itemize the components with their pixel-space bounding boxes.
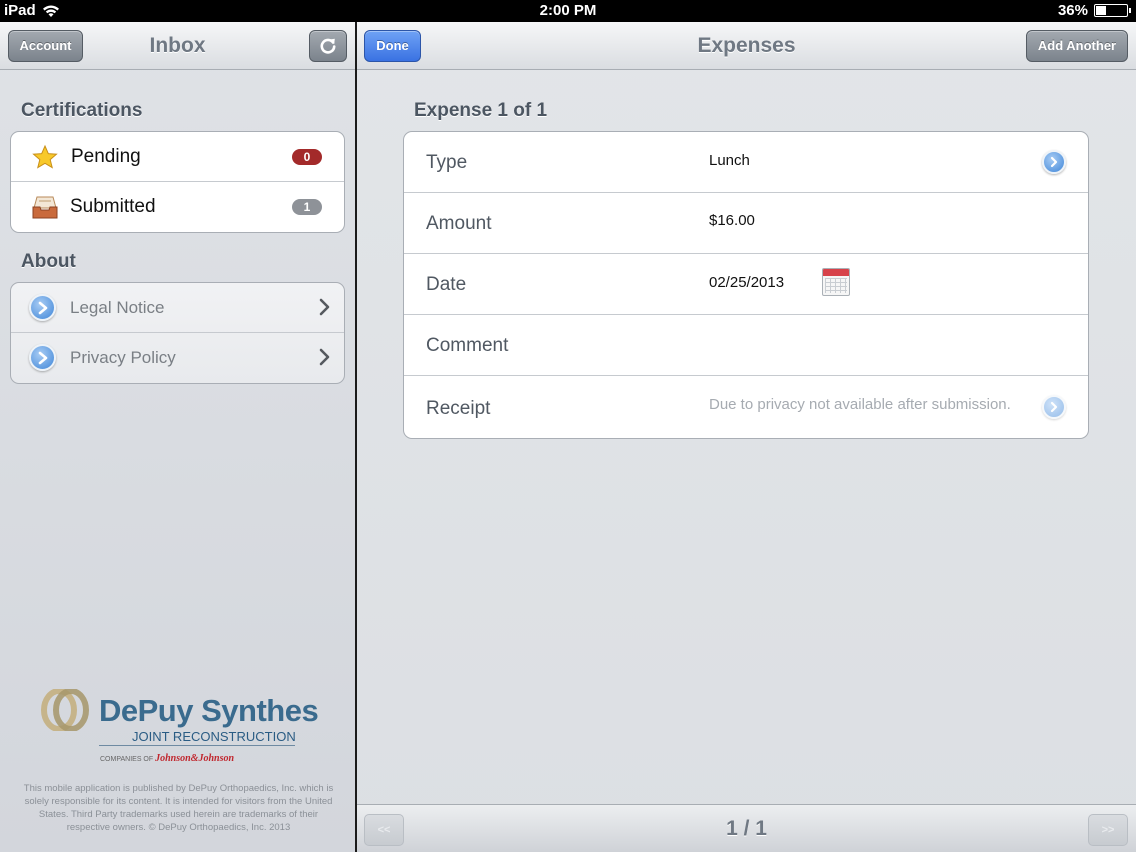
add-another-button[interactable]: Add Another: [1026, 30, 1128, 62]
chevron-right-icon: [319, 348, 330, 366]
pending-label: Pending: [71, 146, 141, 167]
depuy-logo-mark-icon: [41, 689, 89, 731]
date-label: Date: [426, 274, 467, 295]
inbox-navbar: Account Inbox: [0, 22, 355, 70]
date-row[interactable]: Date 02/25/2013: [404, 254, 1088, 315]
depuy-synthes-logo: DePuy Synthes JOINT RECONSTRUCTION COMPA…: [40, 687, 320, 777]
status-bar: iPad 2:00 PM 36%: [0, 0, 1136, 22]
submitted-count-badge: 1: [292, 199, 322, 215]
battery-fill: [1096, 6, 1107, 15]
disclosure-icon: [29, 294, 56, 321]
calendar-icon[interactable]: [822, 268, 850, 296]
battery-icon: [1094, 4, 1131, 17]
receipt-label: Receipt: [426, 398, 491, 419]
expenses-panel: Done Expenses Add Another Expense 1 of 1…: [357, 22, 1136, 852]
about-heading: About: [21, 251, 76, 272]
pending-count-badge: 0: [292, 149, 322, 165]
logo-brand: DePuy Synthes: [99, 693, 319, 728]
comment-row[interactable]: Comment: [404, 315, 1088, 376]
clock: 2:00 PM: [539, 2, 597, 19]
refresh-icon: [320, 38, 336, 54]
amount-value[interactable]: $16.00: [709, 212, 755, 229]
amount-row[interactable]: Amount $16.00: [404, 193, 1088, 254]
comment-label: Comment: [426, 335, 509, 356]
legal-notice-label: Legal Notice: [70, 298, 165, 317]
submitted-label: Submitted: [70, 196, 156, 217]
companies-of-label: COMPANIES OF: [100, 756, 154, 763]
amount-label: Amount: [426, 213, 492, 234]
receipt-row[interactable]: Receipt Due to privacy not available aft…: [404, 376, 1088, 438]
inbox-title: Inbox: [149, 34, 206, 57]
about-item-legal-notice[interactable]: Legal Notice: [11, 283, 344, 333]
johnson-johnson-label: Johnson&Johnson: [155, 753, 235, 764]
inbox-tray-icon: [32, 196, 58, 219]
receipt-hint: Due to privacy not available after submi…: [709, 396, 1011, 413]
type-label: Type: [426, 152, 468, 173]
inbox-panel: Account Inbox Certifications Pending 0 S…: [0, 22, 355, 852]
about-item-privacy-policy[interactable]: Privacy Policy: [11, 333, 344, 383]
expenses-title: Expenses: [697, 34, 796, 57]
date-value[interactable]: 02/25/2013: [709, 274, 784, 291]
type-row[interactable]: Type Lunch: [404, 132, 1088, 193]
logo-subtitle: JOINT RECONSTRUCTION: [132, 729, 296, 744]
receipt-disclosure-icon[interactable]: [1042, 395, 1066, 419]
battery-percent: 36%: [1057, 2, 1088, 19]
privacy-policy-label: Privacy Policy: [70, 348, 176, 367]
pager-toolbar: << 1 / 1 >>: [357, 804, 1136, 852]
type-value: Lunch: [709, 152, 750, 169]
chevron-right-icon: [319, 298, 330, 316]
certifications-group: Pending 0 Submitted 1: [10, 131, 345, 233]
disclosure-icon: [29, 344, 56, 371]
type-disclosure-icon[interactable]: [1042, 150, 1066, 174]
certifications-item-pending[interactable]: Pending 0: [11, 132, 344, 182]
disclaimer-text: This mobile application is published by …: [23, 783, 334, 833]
expense-form: Type Lunch Amount $16.00 Date 02/25/2013…: [403, 131, 1089, 439]
page-indicator: 1 / 1: [726, 817, 767, 840]
certifications-item-submitted[interactable]: Submitted 1: [11, 182, 344, 232]
expenses-navbar: Done Expenses Add Another: [357, 22, 1136, 70]
refresh-button[interactable]: [309, 30, 347, 62]
certifications-heading: Certifications: [21, 100, 143, 121]
logo-parent: COMPANIES OF Johnson&Johnson: [100, 753, 234, 764]
logo-divider: [99, 745, 295, 746]
expense-counter: Expense 1 of 1: [414, 100, 548, 121]
about-group: Legal Notice Privacy Policy: [10, 282, 345, 384]
next-button[interactable]: >>: [1088, 814, 1128, 846]
star-icon: [32, 144, 58, 169]
